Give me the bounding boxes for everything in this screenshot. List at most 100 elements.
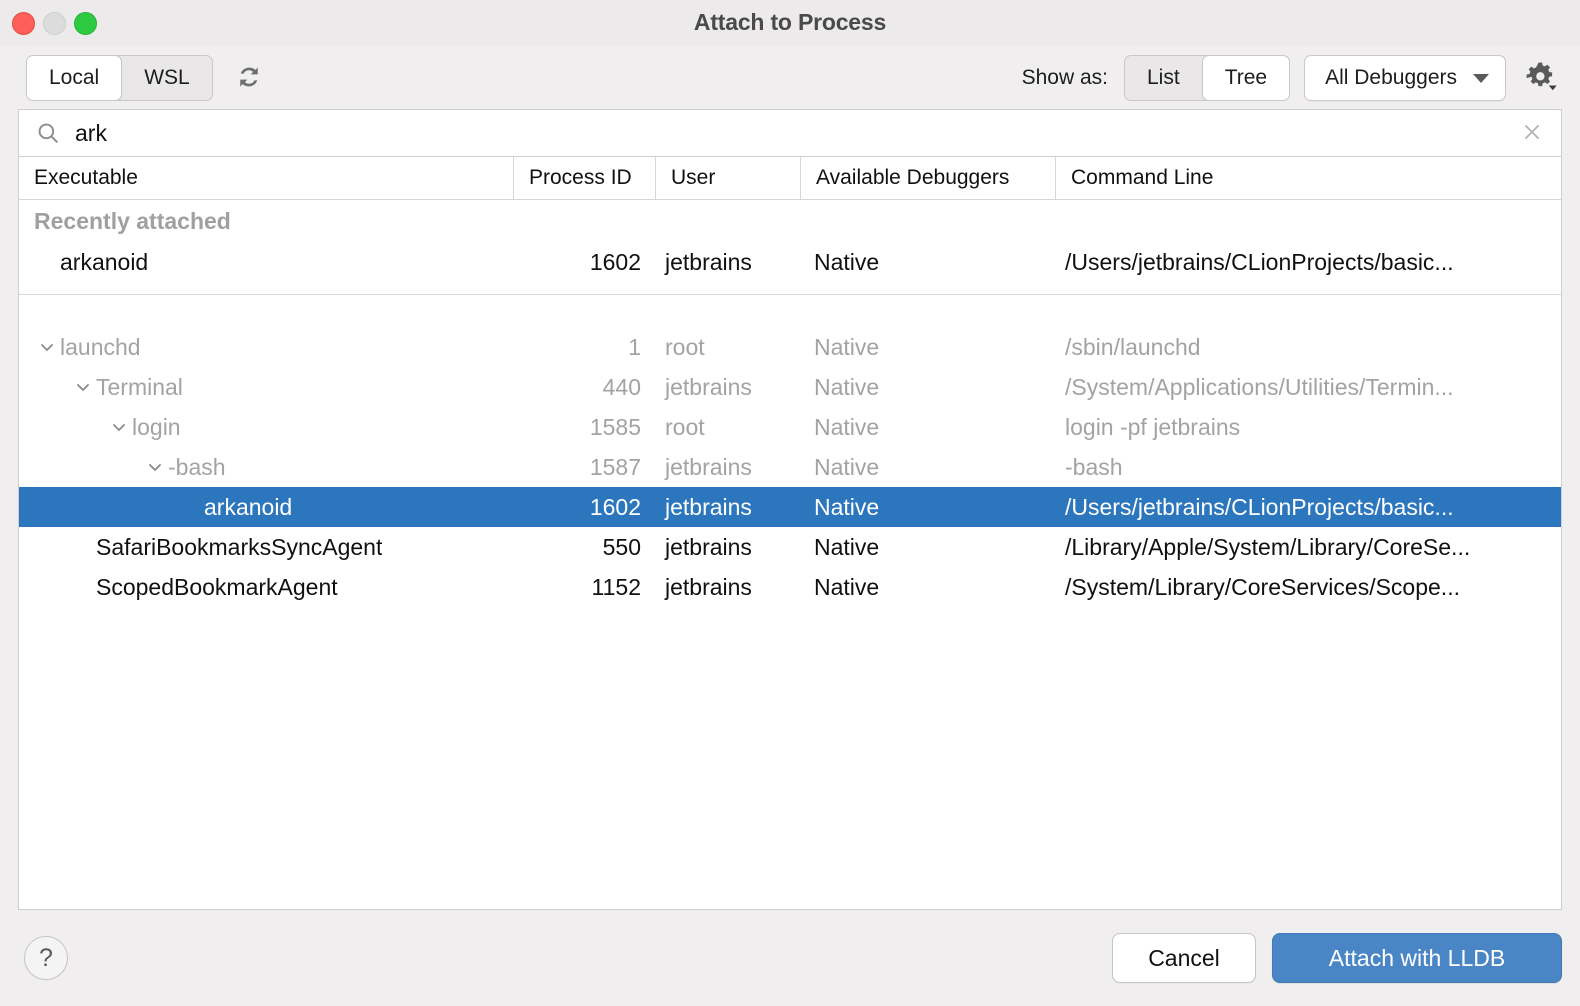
cell-debuggers: Native: [800, 407, 1055, 447]
cell-command-line: /sbin/launchd: [1055, 327, 1561, 367]
group-divider: [19, 282, 1561, 305]
cell-command-line: /Library/Apple/System/Library/CoreSe...: [1055, 527, 1561, 567]
cell-executable: login: [19, 407, 513, 447]
chevron-down-icon: [1473, 74, 1489, 83]
table-row[interactable]: ScopedBookmarkAgent 1152 jetbrains Nativ…: [19, 567, 1561, 607]
title-bar: Attach to Process: [0, 0, 1580, 47]
view-mode-segmented-control[interactable]: List Tree: [1124, 55, 1290, 101]
column-header-available-debuggers[interactable]: Available Debuggers: [800, 157, 1055, 199]
group-header-label: Recently attached: [19, 200, 513, 242]
cell-process-id: 1585: [513, 407, 655, 447]
cell-debuggers: Native: [800, 367, 1055, 407]
cell-process-id: 1602: [513, 242, 655, 282]
cancel-button[interactable]: Cancel: [1112, 933, 1256, 983]
cell-user: jetbrains: [655, 367, 800, 407]
cell-user: jetbrains: [655, 487, 800, 527]
cell-process-id: 1602: [513, 487, 655, 527]
cell-command-line: /System/Applications/Utilities/Termin...: [1055, 367, 1561, 407]
table-body: Recently attached arkanoid 1602 jetbrain…: [19, 200, 1561, 909]
table-row[interactable]: -bash 1587 jetbrains Native -bash: [19, 447, 1561, 487]
clear-search-button[interactable]: [1517, 118, 1547, 148]
cell-command-line: /Users/jetbrains/CLionProjects/basic...: [1055, 487, 1561, 527]
table-row[interactable]: Terminal 440 jetbrains Native /System/Ap…: [19, 367, 1561, 407]
chevron-down-icon[interactable]: [34, 337, 60, 357]
table-row[interactable]: arkanoid 1602 jetbrains Native /Users/je…: [19, 242, 1561, 282]
refresh-icon: [234, 62, 264, 95]
cell-user: jetbrains: [655, 447, 800, 487]
cell-process-id: 1: [513, 327, 655, 367]
cell-executable: arkanoid: [19, 242, 513, 282]
chevron-down-icon[interactable]: [142, 457, 168, 477]
executable-name: -bash: [168, 454, 226, 481]
cell-user: jetbrains: [655, 242, 800, 282]
cell-process-id: 440: [513, 367, 655, 407]
footer-actions: Cancel Attach with LLDB: [1112, 933, 1562, 983]
settings-button[interactable]: [1520, 57, 1562, 99]
cell-process-id: 1152: [513, 567, 655, 607]
refresh-button[interactable]: [231, 60, 267, 96]
cell-executable: arkanoid: [19, 487, 513, 527]
cell-debuggers: Native: [800, 327, 1055, 367]
tab-wsl[interactable]: WSL: [122, 56, 212, 100]
column-header-executable[interactable]: Executable: [19, 157, 513, 199]
cell-command-line: /Users/jetbrains/CLionProjects/basic...: [1055, 242, 1561, 282]
search-input[interactable]: [75, 120, 1517, 147]
cell-user: root: [655, 327, 800, 367]
gear-icon: [1524, 60, 1558, 97]
executable-name: arkanoid: [60, 249, 148, 276]
search-icon: [35, 120, 61, 146]
cell-process-id: 1587: [513, 447, 655, 487]
table-row-selected[interactable]: arkanoid 1602 jetbrains Native /Users/je…: [19, 487, 1561, 527]
cell-debuggers: Native: [800, 487, 1055, 527]
cell-debuggers: Native: [800, 447, 1055, 487]
debugger-filter-dropdown[interactable]: All Debuggers: [1304, 55, 1506, 101]
show-as-label: Show as:: [1022, 66, 1108, 90]
executable-name: login: [132, 414, 181, 441]
attach-with-lldb-button[interactable]: Attach with LLDB: [1272, 933, 1562, 983]
executable-name: launchd: [60, 334, 141, 361]
view-mode-tree[interactable]: Tree: [1202, 55, 1290, 101]
tab-local[interactable]: Local: [26, 55, 122, 101]
process-table: Executable Process ID User Available Deb…: [18, 156, 1562, 910]
cell-executable: ScopedBookmarkAgent: [19, 567, 513, 607]
column-header-user[interactable]: User: [655, 157, 800, 199]
table-row[interactable]: SafariBookmarksSyncAgent 550 jetbrains N…: [19, 527, 1561, 567]
cell-executable: Terminal: [19, 367, 513, 407]
toolbar: Local WSL Show as: List Tree: [0, 47, 1580, 109]
target-segmented-control[interactable]: Local WSL: [26, 55, 213, 101]
cell-command-line: -bash: [1055, 447, 1561, 487]
cell-debuggers: Native: [800, 567, 1055, 607]
cell-user: jetbrains: [655, 527, 800, 567]
page-title: Attach to Process: [0, 9, 1580, 36]
group-header-recently-attached: Recently attached: [19, 200, 1561, 242]
view-mode-list[interactable]: List: [1125, 56, 1202, 100]
debugger-filter-value: All Debuggers: [1325, 66, 1457, 90]
toolbar-right-group: Show as: List Tree All Debuggers: [1022, 55, 1562, 101]
cell-user: jetbrains: [655, 567, 800, 607]
cell-debuggers: Native: [800, 527, 1055, 567]
column-header-command-line[interactable]: Command Line: [1055, 157, 1561, 199]
table-header-row: Executable Process ID User Available Deb…: [19, 157, 1561, 200]
chevron-down-icon[interactable]: [70, 377, 96, 397]
dialog-footer: ? Cancel Attach with LLDB: [0, 910, 1580, 1006]
cell-executable: launchd: [19, 327, 513, 367]
chevron-down-icon[interactable]: [106, 417, 132, 437]
cell-user: root: [655, 407, 800, 447]
executable-name: arkanoid: [204, 494, 292, 521]
column-header-process-id[interactable]: Process ID: [513, 157, 655, 199]
help-button[interactable]: ?: [24, 936, 68, 980]
cell-executable: -bash: [19, 447, 513, 487]
attach-to-process-dialog: Attach to Process Local WSL Show as: Lis…: [0, 0, 1580, 1006]
group-spacer: [19, 305, 1561, 327]
cell-process-id: 550: [513, 527, 655, 567]
table-row[interactable]: launchd 1 root Native /sbin/launchd: [19, 327, 1561, 367]
cell-debuggers: Native: [800, 242, 1055, 282]
close-icon: [1520, 120, 1544, 147]
executable-name: Terminal: [96, 374, 183, 401]
table-row[interactable]: login 1585 root Native login -pf jetbrai…: [19, 407, 1561, 447]
executable-name: SafariBookmarksSyncAgent: [96, 534, 382, 561]
search-bar[interactable]: [18, 109, 1562, 156]
cell-command-line: /System/Library/CoreServices/Scope...: [1055, 567, 1561, 607]
cell-command-line: login -pf jetbrains: [1055, 407, 1561, 447]
cell-executable: SafariBookmarksSyncAgent: [19, 527, 513, 567]
